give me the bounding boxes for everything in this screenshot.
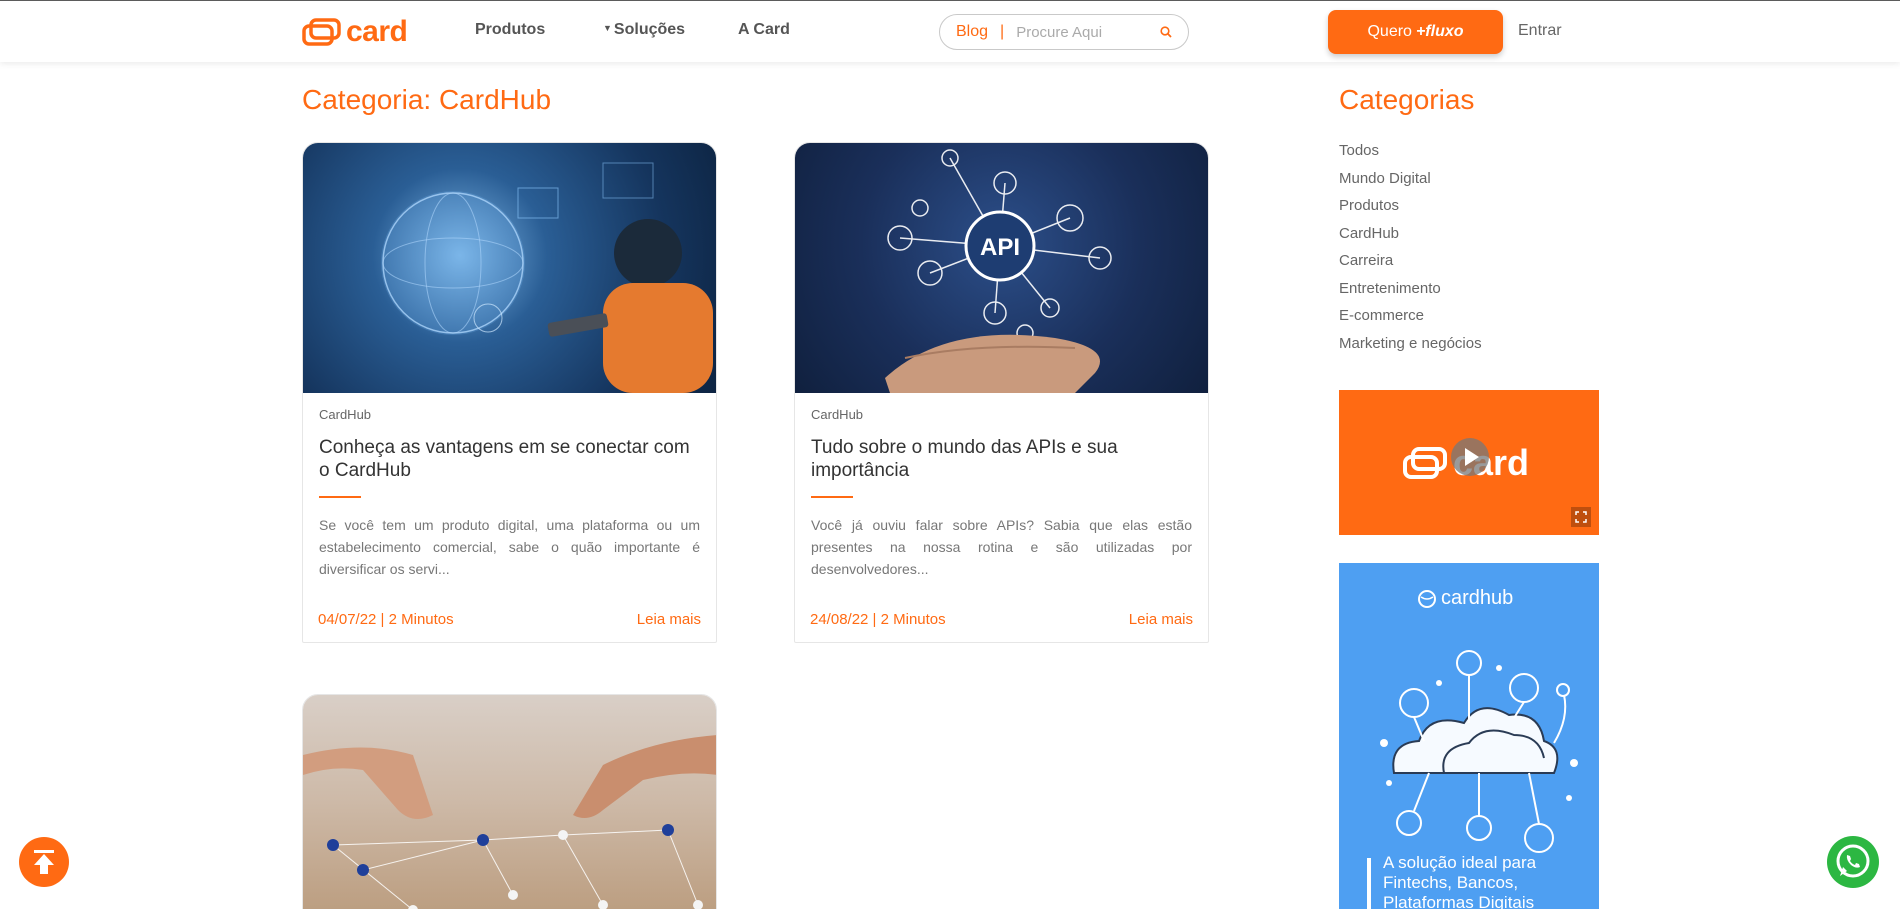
category-item[interactable]: Entretenimento bbox=[1339, 280, 1482, 308]
video-player[interactable]: card bbox=[1339, 390, 1599, 535]
globe-illustration bbox=[381, 162, 713, 393]
top-navbar: card Produtos ▼Soluções A Card Blog | Qu… bbox=[0, 0, 1900, 62]
cta-prefix: Quero bbox=[1367, 23, 1412, 40]
search-separator: | bbox=[1000, 23, 1005, 40]
category-item[interactable]: Mundo Digital bbox=[1339, 170, 1482, 198]
post-meta: 24/08/22 | 2 Minutos bbox=[810, 611, 946, 628]
search-box: Blog | bbox=[939, 14, 1189, 50]
card-logo-icon bbox=[1403, 447, 1447, 479]
brand-logo[interactable]: card bbox=[302, 15, 408, 49]
post-thumbnail[interactable]: API bbox=[795, 143, 1208, 393]
sidebar-title: Categorias bbox=[1339, 84, 1475, 115]
search-blog-label: Blog bbox=[956, 23, 989, 40]
nav-solucoes-label: Soluções bbox=[613, 21, 686, 38]
category-item[interactable]: E-commerce bbox=[1339, 307, 1482, 335]
whatsapp-button[interactable] bbox=[1827, 836, 1879, 888]
cardhub-logo: cardhub bbox=[1417, 587, 1513, 610]
category-list: Todos Mundo Digital Produtos CardHub Car… bbox=[1339, 142, 1482, 362]
post-title[interactable]: Conheça as vantagens em se conectar com … bbox=[319, 436, 700, 482]
nav-solucoes[interactable]: ▼ Soluções bbox=[603, 21, 685, 39]
cloud-network-illustration bbox=[1380, 650, 1578, 853]
category-item[interactable]: CardHub bbox=[1339, 225, 1482, 253]
read-more-link[interactable]: Leia mais bbox=[637, 611, 701, 628]
card-logo-icon bbox=[302, 18, 341, 46]
back-to-top-button[interactable] bbox=[19, 837, 69, 887]
ad-accent-bar bbox=[1367, 858, 1371, 909]
post-card[interactable] bbox=[302, 694, 717, 909]
search-icon[interactable] bbox=[1160, 26, 1172, 38]
play-icon[interactable] bbox=[1451, 438, 1489, 476]
post-category[interactable]: CardHub bbox=[319, 407, 700, 422]
nav-a-card[interactable]: A Card bbox=[738, 21, 790, 39]
nav-produtos[interactable]: Produtos bbox=[475, 21, 545, 39]
post-excerpt: Você já ouviu falar sobre APIs? Sabia qu… bbox=[811, 517, 1192, 577]
network-pins-illustration bbox=[303, 735, 716, 909]
post-title[interactable]: Tudo sobre o mundo das APIs e sua import… bbox=[811, 436, 1192, 482]
whatsapp-icon bbox=[1836, 844, 1870, 878]
read-more-link[interactable]: Leia mais bbox=[1129, 611, 1193, 628]
api-illustration: API bbox=[885, 149, 1112, 393]
page-title: Categoria: CardHub bbox=[302, 84, 552, 115]
globe-icon bbox=[1418, 589, 1436, 608]
cta-emphasis: +fluxo bbox=[1415, 23, 1464, 40]
ad-text: A solução ideal para Fintechs, Bancos, P… bbox=[1383, 853, 1537, 909]
title-underline bbox=[319, 496, 361, 498]
post-thumbnail[interactable] bbox=[303, 695, 716, 909]
arrow-up-icon bbox=[34, 850, 54, 874]
post-category[interactable]: CardHub bbox=[811, 407, 1192, 422]
logo-text: card bbox=[346, 15, 408, 48]
post-excerpt: Se você tem um produto digital, uma plat… bbox=[319, 517, 700, 577]
category-item[interactable]: Marketing e negócios bbox=[1339, 335, 1482, 363]
post-card[interactable]: CardHub Conheça as vantagens em se conec… bbox=[302, 142, 717, 643]
category-item[interactable]: Todos bbox=[1339, 142, 1482, 170]
post-thumbnail[interactable] bbox=[303, 143, 716, 393]
cardhub-ad-banner[interactable]: cardhub A solução ideal para Fintechs, B bbox=[1339, 563, 1599, 909]
title-underline bbox=[811, 496, 853, 498]
login-link[interactable]: Entrar bbox=[1518, 22, 1562, 40]
category-item[interactable]: Produtos bbox=[1339, 197, 1482, 225]
category-item[interactable]: Carreira bbox=[1339, 252, 1482, 280]
api-label: API bbox=[980, 234, 1020, 261]
caret-down-icon: ▼ bbox=[603, 23, 612, 33]
fullscreen-icon[interactable] bbox=[1571, 507, 1591, 527]
search-input[interactable] bbox=[1016, 23, 1137, 41]
post-meta: 04/07/22 | 2 Minutos bbox=[318, 611, 454, 628]
quero-fluxo-button[interactable]: Quero +fluxo bbox=[1328, 10, 1503, 54]
post-card[interactable]: API CardHub Tudo sobre o mundo das APIs … bbox=[794, 142, 1209, 643]
cardhub-logo-text: cardhub bbox=[1441, 587, 1514, 609]
